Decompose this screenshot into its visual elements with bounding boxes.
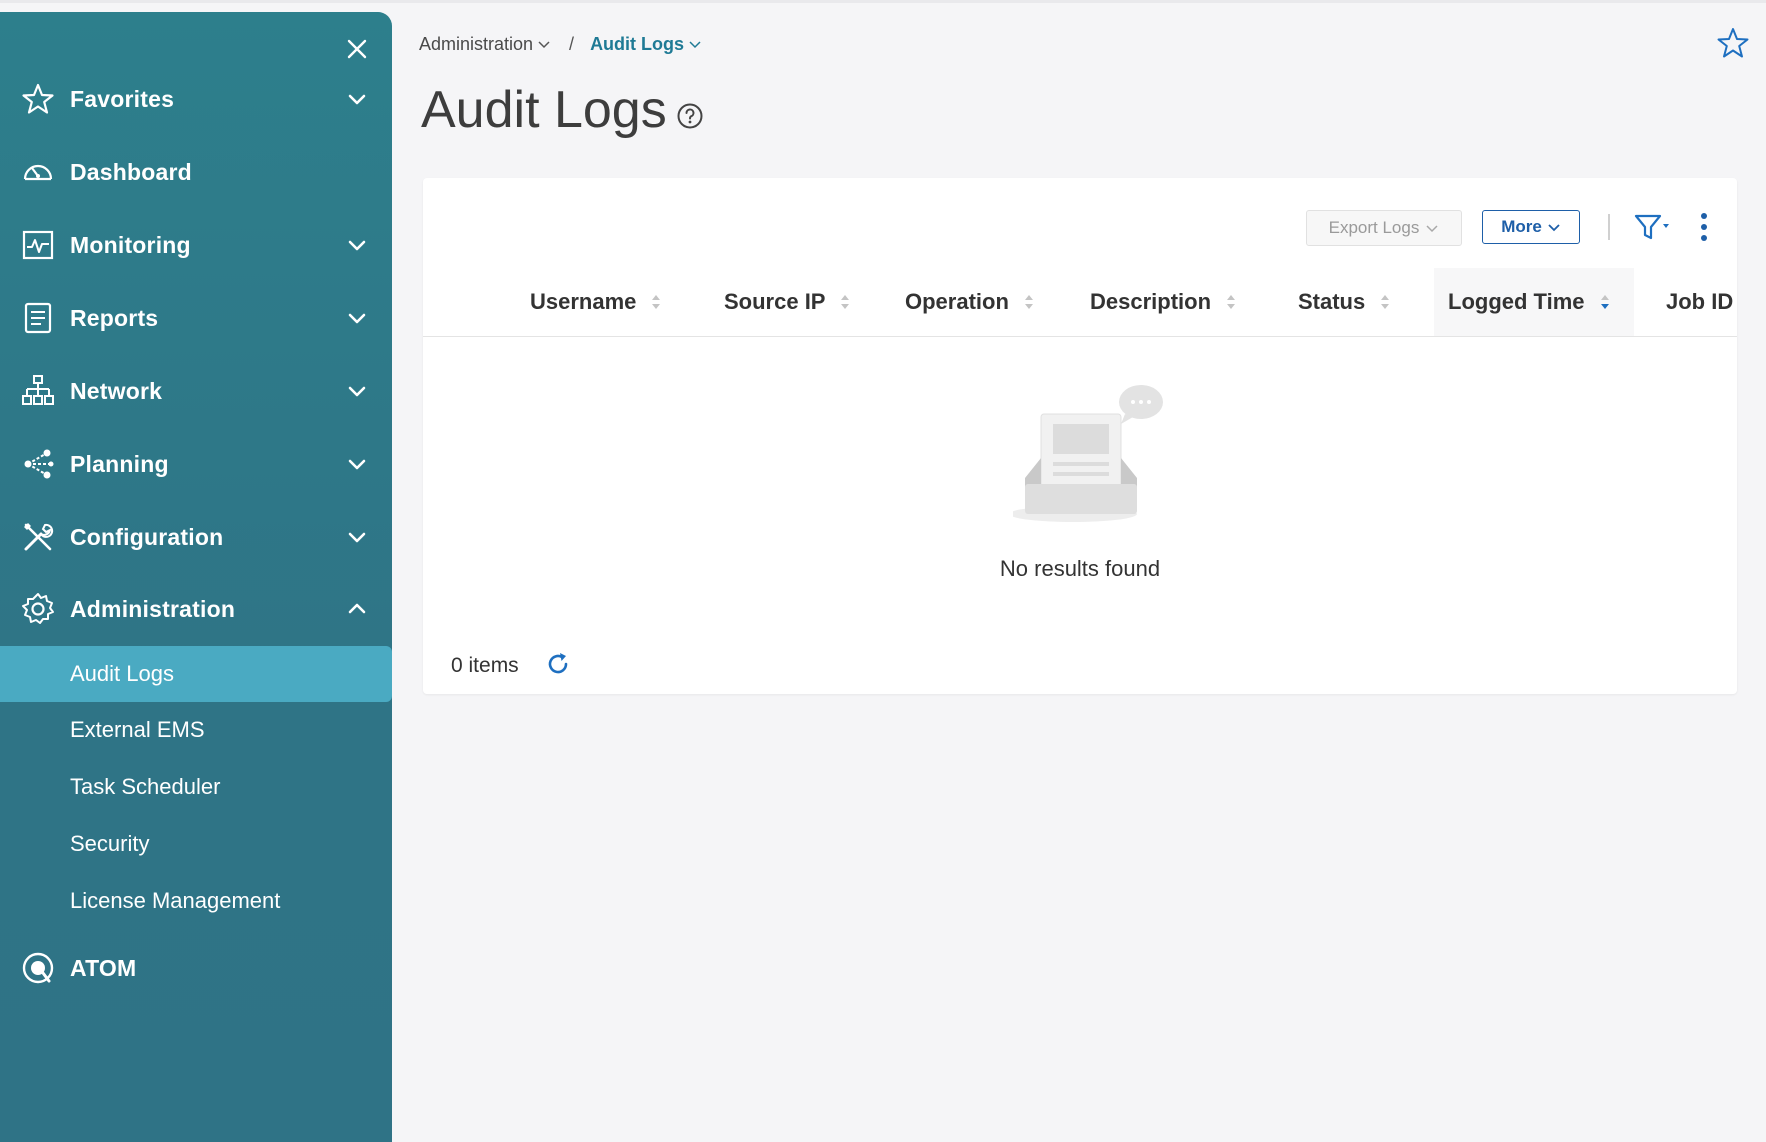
column-header-job-id[interactable]: Job ID: [1666, 268, 1733, 336]
sidebar-item-label: Administration: [70, 595, 236, 622]
sidebar-item-reports[interactable]: Reports: [0, 288, 392, 348]
sidebar-subitem-security[interactable]: Security: [0, 816, 392, 872]
kebab-menu-icon[interactable]: [1697, 210, 1711, 244]
sidebar-item-label: Monitoring: [70, 231, 191, 258]
refresh-icon[interactable]: [545, 651, 571, 677]
chevron-down-icon: [1426, 225, 1438, 233]
chevron-down-icon: [689, 41, 701, 49]
atom-icon: [20, 950, 56, 986]
table-header: Username Source IP Operation Description…: [423, 268, 1737, 337]
sidebar-item-administration[interactable]: Administration: [0, 579, 392, 639]
sidebar-item-favorites[interactable]: Favorites: [0, 69, 392, 129]
star-icon: [20, 81, 56, 117]
sidebar-item-label: Dashboard: [70, 158, 192, 185]
column-header-source-ip[interactable]: Source IP: [724, 268, 851, 336]
breadcrumb: Administration / Audit Logs: [419, 30, 702, 58]
sort-icon: [1024, 295, 1033, 309]
sidebar-item-atom[interactable]: ATOM: [0, 938, 392, 998]
sidebar-subitem-label: Security: [70, 831, 150, 856]
sort-icon: [1381, 295, 1390, 309]
export-logs-button[interactable]: Export Logs: [1306, 210, 1462, 246]
column-header-label: Username: [530, 289, 637, 314]
sidebar-item-configuration[interactable]: Configuration: [0, 507, 392, 567]
sort-icon: [652, 295, 661, 309]
sidebar-subitem-license-management[interactable]: License Management: [0, 873, 392, 929]
gauge-icon: [20, 154, 56, 190]
column-header-label: Job ID: [1666, 289, 1734, 314]
monitor-pulse-icon: [20, 227, 56, 263]
column-header-label: Logged Time: [1448, 289, 1585, 314]
close-icon[interactable]: [340, 32, 374, 66]
sort-icon: [1227, 295, 1236, 309]
sidebar-subitem-label: Task Scheduler: [70, 774, 221, 799]
chevron-down-icon: [538, 41, 550, 49]
sidebar-item-label: Reports: [70, 304, 159, 331]
chevron-down-icon: [344, 305, 370, 331]
sidebar-item-label: Planning: [70, 450, 169, 477]
column-header-label: Source IP: [724, 289, 826, 314]
column-header-label: Operation: [905, 289, 1009, 314]
filter-icon[interactable]: [1633, 212, 1673, 242]
report-icon: [20, 300, 56, 336]
sidebar-item-label: Favorites: [70, 85, 175, 112]
page-title: Audit Logs: [421, 81, 667, 139]
breadcrumb-label: Audit Logs: [590, 33, 685, 54]
chevron-down-icon: [344, 86, 370, 112]
breadcrumb-audit-logs[interactable]: Audit Logs: [590, 34, 702, 55]
tools-icon: [20, 519, 56, 555]
column-header-username[interactable]: Username: [530, 268, 662, 336]
chevron-down-icon: [1548, 224, 1560, 232]
chevron-down-icon: [344, 232, 370, 258]
items-count: 0 items: [451, 654, 519, 677]
chevron-up-icon: [344, 596, 370, 622]
sidebar-subitem-external-ems[interactable]: External EMS: [0, 702, 392, 758]
empty-state-text: No results found: [999, 556, 1161, 581]
sidebar-item-label: Network: [70, 377, 163, 404]
column-header-logged-time[interactable]: Logged Time: [1434, 268, 1634, 336]
help-icon[interactable]: [676, 102, 704, 130]
breadcrumb-label: Administration: [419, 33, 534, 54]
column-header-description[interactable]: Description: [1090, 268, 1237, 336]
sidebar-subitem-label: Audit Logs: [70, 661, 174, 686]
empty-inbox-illustration: [1009, 378, 1173, 528]
toolbar-divider: [1608, 214, 1610, 240]
sidebar-item-planning[interactable]: Planning: [0, 434, 392, 494]
sidebar-subitem-task-scheduler[interactable]: Task Scheduler: [0, 759, 392, 815]
sidebar-item-monitoring[interactable]: Monitoring: [0, 215, 392, 275]
column-header-label: Description: [1090, 289, 1212, 314]
audit-logs-card: Export Logs More Username Source IP Oper…: [423, 178, 1737, 694]
star-outline-icon[interactable]: [1716, 26, 1750, 60]
breadcrumb-administration[interactable]: Administration: [419, 34, 551, 55]
column-header-operation[interactable]: Operation: [905, 268, 1035, 336]
sort-descending-icon: [1600, 295, 1609, 309]
sidebar-item-label: Configuration: [70, 523, 224, 550]
chevron-down-icon: [344, 378, 370, 404]
sort-icon: [841, 295, 850, 309]
share-nodes-icon: [20, 446, 56, 482]
top-border: [0, 0, 1766, 3]
chevron-down-icon: [344, 451, 370, 477]
network-icon: [20, 373, 56, 409]
sidebar-subitem-label: License Management: [70, 888, 281, 913]
more-button[interactable]: More: [1482, 210, 1580, 244]
sidebar-subitem-audit-logs[interactable]: Audit Logs: [0, 646, 392, 702]
chevron-down-icon: [344, 524, 370, 550]
sidebar-subitem-label: External EMS: [70, 717, 205, 742]
export-logs-label: Export Logs: [1328, 218, 1420, 237]
sidebar-item-network[interactable]: Network: [0, 361, 392, 421]
sidebar-item-label: ATOM: [70, 954, 137, 981]
more-label: More: [1501, 217, 1542, 236]
column-header-label: Status: [1298, 289, 1366, 314]
breadcrumb-separator: /: [569, 33, 575, 54]
sidebar: Favorites Dashboard Monitoring Reports N…: [0, 12, 392, 1142]
sidebar-item-dashboard[interactable]: Dashboard: [0, 142, 392, 202]
column-header-status[interactable]: Status: [1298, 268, 1391, 336]
gear-icon: [20, 591, 56, 627]
